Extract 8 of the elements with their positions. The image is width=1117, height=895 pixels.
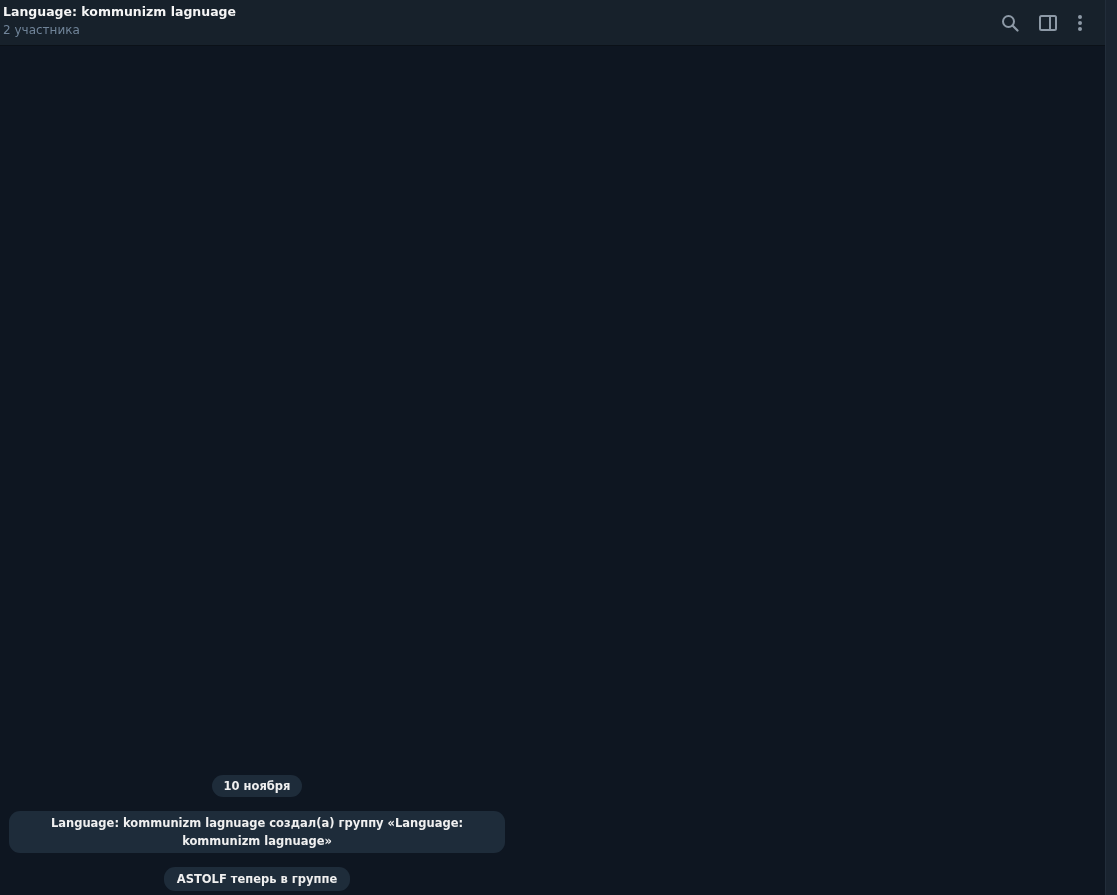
more-icon[interactable] bbox=[1077, 13, 1083, 32]
search-icon[interactable] bbox=[1001, 13, 1019, 32]
date-badge: 10 ноября bbox=[211, 775, 303, 797]
service-message: ASTOLF теперь в группе bbox=[163, 867, 351, 891]
chat-title: Language: kommunizm lagnuage bbox=[3, 4, 237, 19]
service-message: Language: kommunizm lagnuage создал(а) группу «Language: kommunizm lagnuage» bbox=[9, 811, 505, 853]
member-count: 2 участника bbox=[3, 23, 81, 37]
sidebar-toggle-icon[interactable] bbox=[1039, 14, 1057, 31]
